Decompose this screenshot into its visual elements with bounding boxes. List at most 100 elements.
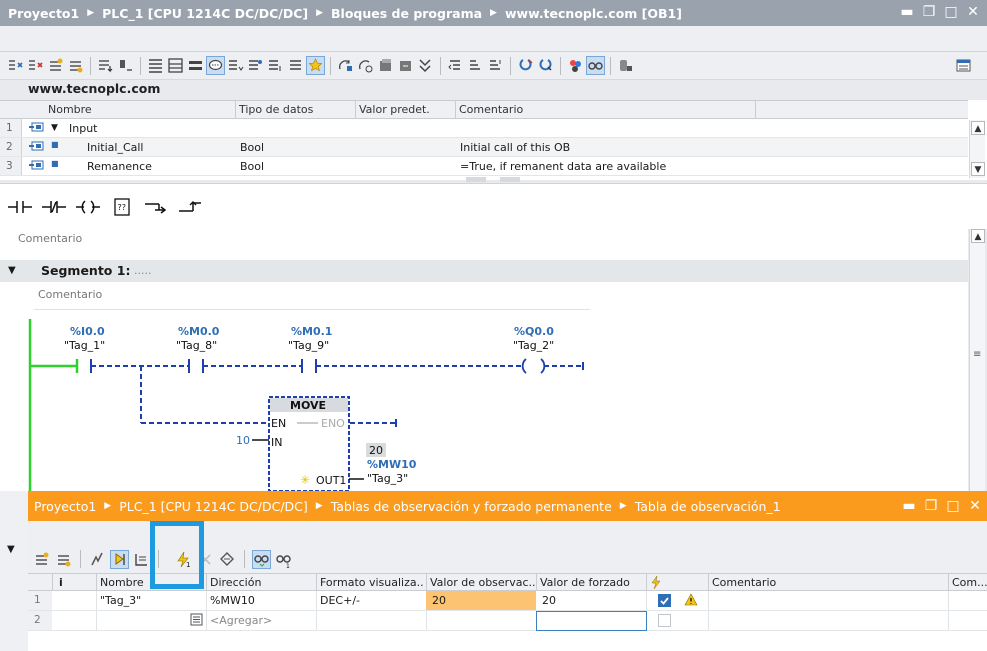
scroll-grip-icon[interactable]: ≡ <box>973 349 981 360</box>
col-force-value-header[interactable]: Valor de forzado <box>540 576 630 589</box>
scroll-up-icon[interactable]: ▲ <box>971 121 985 135</box>
interface-scrollbar[interactable]: ▲ ▼ <box>969 120 985 178</box>
coil-icon[interactable] <box>74 195 102 219</box>
no-contact-icon[interactable] <box>6 195 34 219</box>
watch-row[interactable]: 1 "Tag_3" %MW10 DEC+/- 20 20 <box>28 591 987 611</box>
insert-network-icon[interactable] <box>6 56 25 75</box>
editor-panel-icon[interactable] <box>954 56 973 75</box>
monitor-once-icon[interactable]: 1 <box>274 550 293 569</box>
next-error-icon[interactable] <box>466 56 485 75</box>
splitter-handle[interactable] <box>466 177 486 182</box>
title-crumb-plc[interactable]: PLC_1 [CPU 1214C DC/DC/DC] <box>102 6 308 21</box>
go-to-icon[interactable] <box>356 56 375 75</box>
list-view-icon[interactable] <box>286 56 305 75</box>
watch-crumb-plc[interactable]: PLC_1 [CPU 1214C DC/DC/DC] <box>119 499 308 514</box>
watch-crumb-table[interactable]: Tabla de observación_1 <box>635 499 781 514</box>
collapse-arrow-icon[interactable]: ▼ <box>7 544 15 555</box>
new-output-star-icon[interactable]: ✳ <box>300 473 310 487</box>
close-branch-icon[interactable] <box>116 56 135 75</box>
move-box[interactable]: MOVE EN ENO IN OUT1 ✳ <box>268 396 350 491</box>
move-in-value[interactable]: 10 <box>236 434 250 447</box>
instance-icon[interactable] <box>396 56 415 75</box>
restore-icon[interactable]: ❐ <box>921 4 937 20</box>
block-call-icon[interactable] <box>376 56 395 75</box>
title-crumb-blocks[interactable]: Bloques de programa <box>331 6 482 21</box>
col-address-header[interactable]: Dirección <box>210 576 261 589</box>
program-editor[interactable]: Comentario ▼ Segmento 1: ..... Comentari… <box>0 229 968 491</box>
tag-info-icon[interactable] <box>266 56 285 75</box>
maximize-icon[interactable]: □ <box>945 498 961 514</box>
network-overview-icon[interactable] <box>246 56 265 75</box>
col-name-header[interactable]: Nombre <box>48 103 92 116</box>
col-format-header[interactable]: Formato visualiza.. <box>320 576 424 589</box>
collapse-all-icon[interactable] <box>186 56 205 75</box>
rewire-icon[interactable] <box>336 56 355 75</box>
tag-picker-icon[interactable] <box>190 613 203 629</box>
col-monitor-header[interactable]: Valor de observac.. <box>430 576 536 589</box>
absolute-operands-icon[interactable] <box>146 56 165 75</box>
col-extra-header[interactable]: Com... <box>952 576 987 589</box>
interface-row[interactable]: 3 ■ Remanence Bool =True, if remanent da… <box>0 157 968 176</box>
modify-value-icon[interactable] <box>88 550 107 569</box>
monitor-all-icon[interactable] <box>218 550 237 569</box>
close-icon[interactable]: ✕ <box>967 498 983 514</box>
col-info-header[interactable]: i <box>59 576 63 589</box>
minimize-icon[interactable]: ▬ <box>899 4 915 20</box>
watch-crumb-project[interactable]: Proyecto1 <box>34 499 96 514</box>
insert-row-icon[interactable] <box>32 550 51 569</box>
watch-format[interactable]: DEC+/- <box>320 594 360 607</box>
scroll-down-icon[interactable]: ▼ <box>971 162 985 176</box>
show-all-modify-icon[interactable] <box>110 549 129 569</box>
insert-row-icon[interactable] <box>46 56 65 75</box>
col-type-header[interactable]: Tipo de datos <box>239 103 313 116</box>
editor-scrollbar[interactable]: ▲ ≡ <box>969 229 985 491</box>
close-icon[interactable]: ✕ <box>965 4 981 20</box>
empty-box-icon[interactable]: ?? <box>108 195 136 219</box>
show-comments-icon[interactable] <box>226 56 245 75</box>
comments-toggle-icon[interactable] <box>206 56 225 75</box>
expand-arrow-icon[interactable]: ▼ <box>51 123 58 133</box>
col-name-header[interactable]: Nombre <box>100 576 144 589</box>
move-out-tag[interactable]: "Tag_3" <box>367 472 408 485</box>
favorites-star-icon[interactable] <box>306 56 325 75</box>
compare-icon[interactable] <box>416 56 435 75</box>
splitter-handle[interactable] <box>500 177 520 182</box>
glasses-icon[interactable] <box>586 56 605 75</box>
title-crumb-ob1[interactable]: www.tecnoplc.com [OB1] <box>505 6 682 21</box>
monitor-on-icon[interactable] <box>516 56 535 75</box>
jump-icon[interactable] <box>486 56 505 75</box>
watch-force-value[interactable]: 20 <box>542 594 556 607</box>
close-branch-icon[interactable] <box>176 195 204 219</box>
col-comment-header[interactable]: Comentario <box>459 103 523 116</box>
maximize-icon[interactable]: □ <box>943 4 959 20</box>
open-branch-icon[interactable] <box>142 195 170 219</box>
force-checkbox[interactable] <box>658 614 671 627</box>
delete-network-icon[interactable] <box>26 56 45 75</box>
interface-row[interactable]: 2 ■ Initial_Call Bool Initial call of th… <box>0 138 968 157</box>
interface-row[interactable]: 1 ▼ Input <box>0 119 968 138</box>
add-row-icon[interactable] <box>54 550 73 569</box>
open-branch-icon[interactable] <box>96 56 115 75</box>
nc-contact-icon[interactable] <box>40 195 68 219</box>
watch-row[interactable]: 2 <Agregar> <box>28 611 987 631</box>
col-default-header[interactable]: Valor predet. <box>359 103 430 116</box>
move-out-address[interactable]: %MW10 <box>367 458 417 471</box>
monitor-once-icon[interactable] <box>536 56 555 75</box>
show-favorites-icon[interactable] <box>166 56 185 75</box>
watch-tag-name[interactable]: "Tag_3" <box>100 594 141 607</box>
previous-error-icon[interactable] <box>446 56 465 75</box>
minimize-icon[interactable]: ▬ <box>901 498 917 514</box>
force-checkbox[interactable] <box>658 594 671 607</box>
memory-icon[interactable] <box>616 56 635 75</box>
restore-icon[interactable]: ❐ <box>923 498 939 514</box>
add-row-placeholder[interactable]: <Agregar> <box>210 614 272 627</box>
scroll-up-icon[interactable]: ▲ <box>971 229 985 243</box>
force-value-input[interactable] <box>536 611 647 631</box>
col-comment-header[interactable]: Comentario <box>712 576 776 589</box>
monitor-glasses-icon[interactable] <box>252 549 271 569</box>
title-crumb-project[interactable]: Proyecto1 <box>8 6 79 21</box>
show-overview-icon[interactable] <box>566 56 585 75</box>
watch-crumb-tables[interactable]: Tablas de observación y forzado permanen… <box>331 499 612 514</box>
expanded-mode-icon[interactable] <box>132 550 151 569</box>
add-row-icon[interactable] <box>66 56 85 75</box>
